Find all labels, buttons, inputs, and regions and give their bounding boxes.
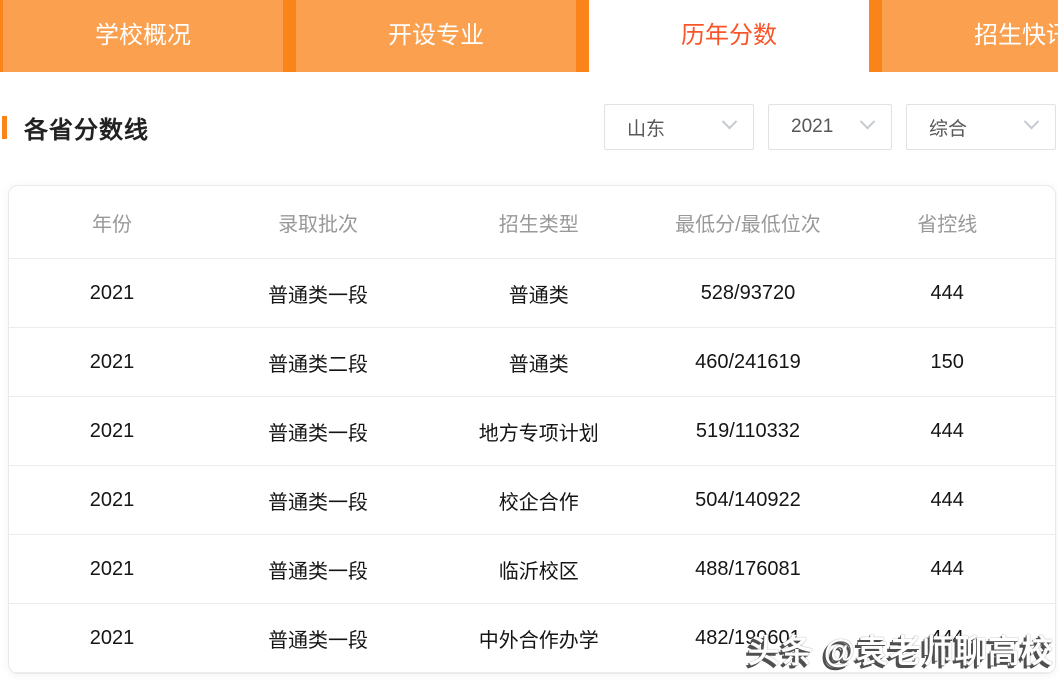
province-select-value: 山东 bbox=[627, 118, 666, 140]
filter-group: 山东 2021 综合 bbox=[604, 104, 1056, 150]
cell-control-line: 444 bbox=[930, 557, 964, 580]
cell-year: 2021 bbox=[89, 350, 135, 373]
page-title: 各省分数线 bbox=[24, 116, 149, 144]
cell-batch: 普通类一段 bbox=[268, 491, 369, 514]
cell-year: 2021 bbox=[89, 281, 135, 304]
tab-admissions-news[interactable]: 招生快讯 bbox=[882, 0, 1058, 72]
year-select-value: 2021 bbox=[791, 116, 834, 137]
category-select-value: 综合 bbox=[929, 118, 968, 140]
table-row: 2021 普通类一段 临沂校区 488/176081 444 bbox=[9, 535, 1055, 604]
chevron-down-icon bbox=[859, 113, 876, 130]
tab-historical-scores[interactable]: 历年分数 bbox=[589, 0, 869, 72]
cell-score-rank: 504/140922 bbox=[695, 488, 801, 511]
table-row: 2021 普通类一段 地方专项计划 519/110332 444 bbox=[9, 397, 1055, 466]
cell-control-line: 150 bbox=[930, 350, 964, 373]
cell-type: 地方专项计划 bbox=[478, 422, 599, 445]
cell-score-rank: 488/176081 bbox=[695, 557, 801, 580]
cell-score-rank: 519/110332 bbox=[695, 419, 801, 442]
col-header-score-rank: 最低分/最低位次 bbox=[675, 213, 821, 236]
cell-batch: 普通类一段 bbox=[268, 422, 369, 445]
table-row: 2021 普通类一段 普通类 528/93720 444 bbox=[9, 259, 1055, 328]
col-header-type: 招生类型 bbox=[498, 213, 579, 236]
cell-year: 2021 bbox=[89, 488, 135, 511]
tab-bar: 学校概况 开设专业 历年分数 招生快讯 bbox=[0, 0, 1058, 72]
table-row: 2021 普通类一段 校企合作 504/140922 444 bbox=[9, 466, 1055, 535]
table-header-row: 年份 录取批次 招生类型 最低分/最低位次 省控线 bbox=[9, 186, 1055, 259]
cell-score-rank: 460/241619 bbox=[695, 350, 801, 373]
col-header-year: 年份 bbox=[92, 213, 133, 236]
cell-score-rank: 528/93720 bbox=[700, 281, 796, 304]
title-accent-bar bbox=[2, 115, 7, 139]
col-header-batch: 录取批次 bbox=[278, 213, 359, 236]
cell-control-line: 444 bbox=[930, 281, 964, 304]
page: 学校概况 开设专业 历年分数 招生快讯 各省分数线 山东 2021 综合 bbox=[0, 0, 1058, 680]
tab-school-overview[interactable]: 学校概况 bbox=[3, 0, 283, 72]
cell-batch: 普通类一段 bbox=[268, 629, 369, 652]
cell-type: 中外合作办学 bbox=[478, 629, 599, 652]
cell-type: 临沂校区 bbox=[498, 560, 579, 583]
cell-type: 普通类 bbox=[508, 284, 569, 307]
cell-control-line: 444 bbox=[930, 488, 964, 511]
cell-year: 2021 bbox=[89, 419, 135, 442]
category-select[interactable]: 综合 bbox=[906, 104, 1056, 150]
cell-year: 2021 bbox=[89, 626, 135, 649]
year-select[interactable]: 2021 bbox=[768, 104, 892, 150]
cell-year: 2021 bbox=[89, 557, 135, 580]
table-row: 2021 普通类二段 普通类 460/241619 150 bbox=[9, 328, 1055, 397]
cell-control-line: 444 bbox=[930, 419, 964, 442]
col-header-control-line: 省控线 bbox=[917, 213, 978, 236]
cell-batch: 普通类一段 bbox=[268, 284, 369, 307]
section-header-row: 各省分数线 山东 2021 综合 bbox=[0, 100, 1058, 154]
scores-table-card: 年份 录取批次 招生类型 最低分/最低位次 省控线 2021 普通类一段 普通类… bbox=[8, 185, 1056, 674]
cell-type: 普通类 bbox=[508, 353, 569, 376]
cell-batch: 普通类一段 bbox=[268, 560, 369, 583]
cell-type: 校企合作 bbox=[498, 491, 579, 514]
province-select[interactable]: 山东 bbox=[604, 104, 754, 150]
section-title-wrap: 各省分数线 bbox=[2, 110, 149, 145]
tab-majors-offered[interactable]: 开设专业 bbox=[296, 0, 576, 72]
cell-batch: 普通类二段 bbox=[268, 353, 369, 376]
chevron-down-icon bbox=[1023, 113, 1040, 130]
chevron-down-icon bbox=[721, 113, 738, 130]
watermark: 头条 @袁老师聊高校 bbox=[747, 633, 1054, 669]
